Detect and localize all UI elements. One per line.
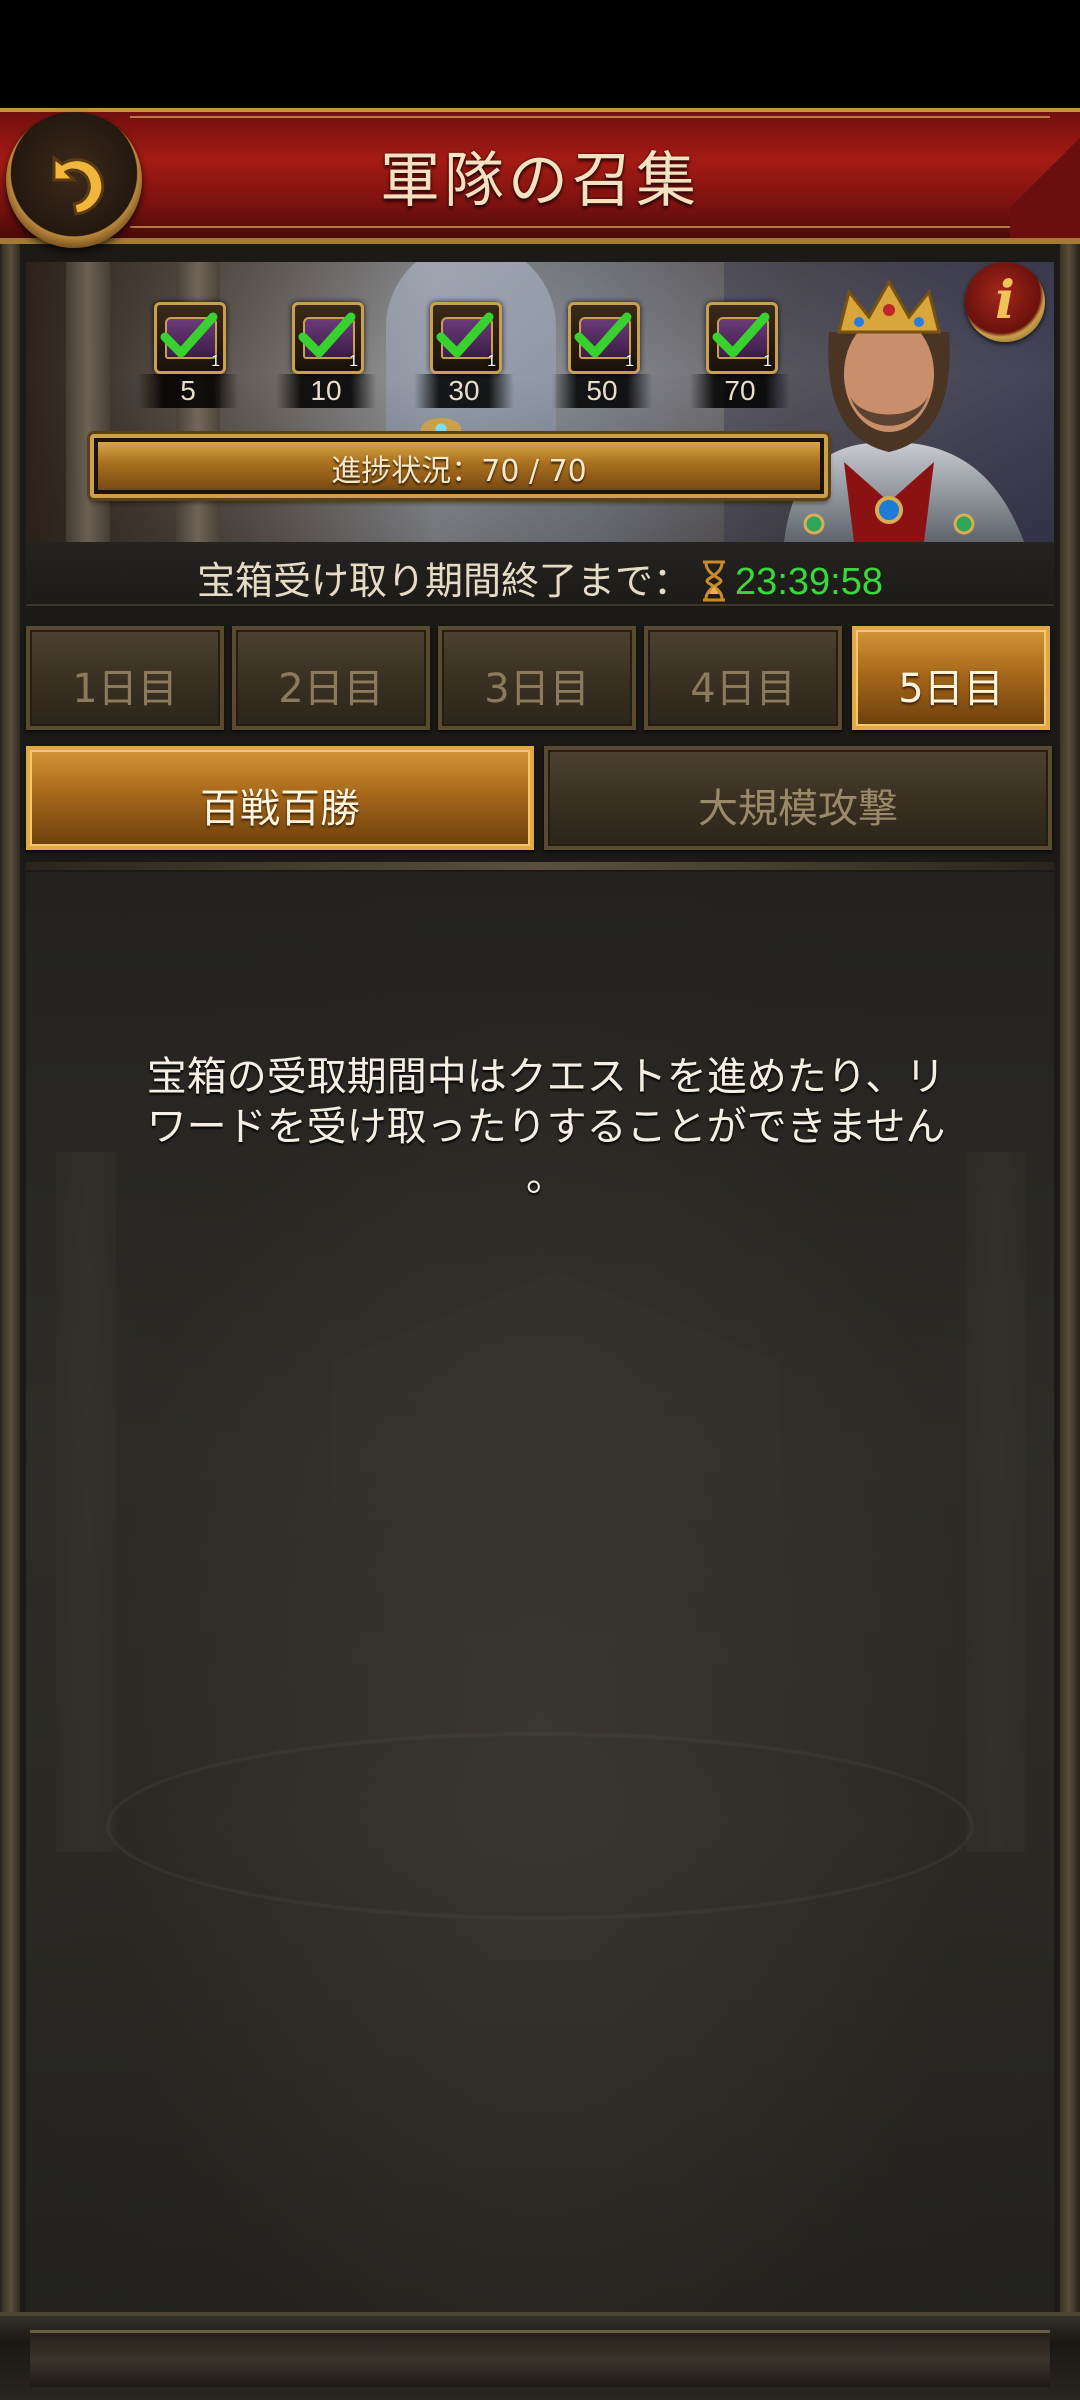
milestone-reward[interactable]: 1 30 <box>414 302 514 422</box>
milestone-threshold: 10 <box>276 374 376 408</box>
checkmark-icon <box>712 312 770 358</box>
background-column <box>56 1152 116 1852</box>
timer-label: 宝箱受け取り期間終了まで： <box>197 559 692 603</box>
info-icon: i <box>995 270 1015 331</box>
checkmark-icon <box>160 312 218 358</box>
tab-category-large-attack[interactable]: 大規模攻撃 <box>544 746 1052 850</box>
milestone-threshold: 30 <box>414 374 514 408</box>
game-screen: 軍隊の召集 1 5 1 10 1 30 1 50 1 70 進捗状況：70 / … <box>0 0 1080 2400</box>
tab-label: 3日目 <box>484 666 590 712</box>
milestone-reward[interactable]: 1 70 <box>690 302 790 422</box>
chest-quantity: 1 <box>625 353 634 370</box>
tab-day-2[interactable]: 2日目 <box>232 626 430 730</box>
quest-locked-message: 宝箱の受取期間中はクエストを進めたり、リ ワードを受け取ったりすることができませ… <box>146 1054 946 1200</box>
tab-day-4[interactable]: 4日目 <box>644 626 842 730</box>
milestone-reward[interactable]: 1 50 <box>552 302 652 422</box>
checkmark-icon <box>436 312 494 358</box>
divider <box>26 862 1054 870</box>
tab-label: 2日目 <box>278 666 384 712</box>
chest-quantity: 1 <box>487 353 496 370</box>
event-banner: 1 5 1 10 1 30 1 50 1 70 進捗状況：70 / 70 <box>26 262 1054 542</box>
progress-label: 進捗状況：70 / 70 <box>331 454 587 489</box>
reward-chest: 1 <box>292 302 364 374</box>
chest-quantity: 1 <box>211 353 220 370</box>
tab-day-3[interactable]: 3日目 <box>438 626 636 730</box>
claim-period-timer: 宝箱受け取り期間終了まで： 23:39:58 <box>26 542 1054 606</box>
reward-chest: 1 <box>568 302 640 374</box>
title-bar: 軍隊の召集 <box>0 108 1080 244</box>
milestone-threshold: 5 <box>138 374 238 408</box>
title-bar-ornament <box>1010 108 1080 238</box>
back-button[interactable] <box>6 112 142 248</box>
tab-label: 1日目 <box>72 666 178 712</box>
checkmark-icon <box>574 312 632 358</box>
reward-chest: 1 <box>430 302 502 374</box>
category-tabs: 百戦百勝 大規模攻撃 <box>26 746 1054 850</box>
tab-day-5[interactable]: 5日目 <box>852 626 1050 730</box>
milestone-threshold: 70 <box>690 374 790 408</box>
background-temple <box>332 1272 780 1632</box>
quest-content-panel[interactable]: 宝箱の受取期間中はクエストを進めたり、リ ワードを受け取ったりすることができませ… <box>26 872 1054 2312</box>
checkmark-icon <box>298 312 356 358</box>
reward-chest: 1 <box>154 302 226 374</box>
tab-category-victory[interactable]: 百戦百勝 <box>26 746 534 850</box>
tab-label: 大規模攻撃 <box>698 786 898 832</box>
chest-quantity: 1 <box>349 353 358 370</box>
page-title: 軍隊の召集 <box>380 146 700 216</box>
left-frame-rail <box>2 230 20 2360</box>
milestone-reward[interactable]: 1 5 <box>138 302 238 422</box>
bottom-frame <box>0 2312 1080 2400</box>
tab-label: 5日目 <box>898 666 1004 712</box>
tab-day-1[interactable]: 1日目 <box>26 626 224 730</box>
tab-label: 百戦百勝 <box>200 786 360 832</box>
info-button[interactable]: i <box>965 262 1045 342</box>
progress-bar: 進捗状況：70 / 70 <box>90 434 828 498</box>
timer-text: 宝箱受け取り期間終了まで： 23:39:58 <box>26 550 1054 605</box>
reward-chest: 1 <box>706 302 778 374</box>
milestone-reward[interactable]: 1 10 <box>276 302 376 422</box>
background-floor-emblem <box>106 1732 974 1920</box>
milestone-rewards: 1 5 1 10 1 30 1 50 1 70 <box>26 302 1054 432</box>
tab-label: 4日目 <box>690 666 796 712</box>
milestone-threshold: 50 <box>552 374 652 408</box>
chest-quantity: 1 <box>763 353 772 370</box>
right-frame-rail <box>1060 230 1078 2360</box>
background-column <box>966 1152 1026 1852</box>
back-arrow-icon <box>52 155 105 216</box>
hourglass-icon <box>703 560 726 602</box>
timer-value: 23:39:58 <box>735 561 883 603</box>
day-tabs: 1日目 2日目 3日目 4日目 5日目 <box>26 626 1054 730</box>
bottom-frame-bar <box>30 2330 1050 2387</box>
